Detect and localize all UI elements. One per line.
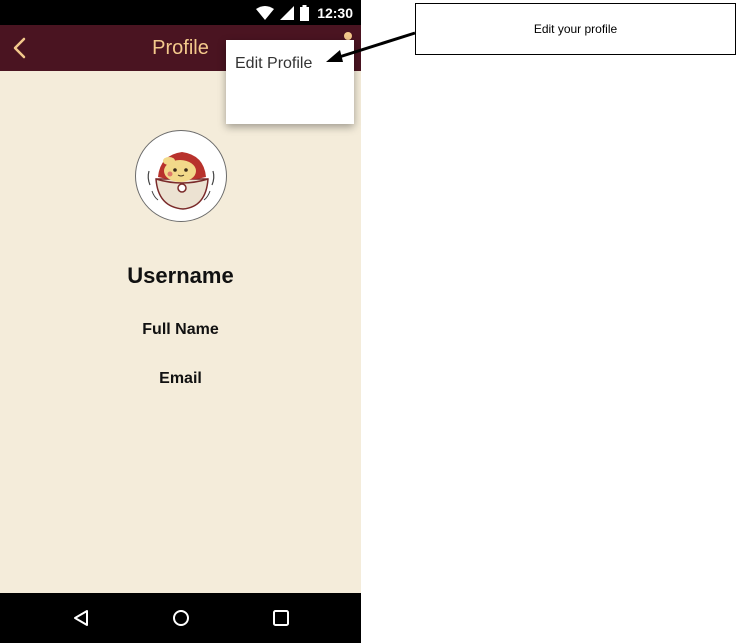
full-name-text: Full Name [142,321,219,338]
username-text: Username [127,263,234,288]
overflow-menu-icon[interactable] [344,32,352,40]
wifi-icon [256,6,275,20]
phone-screen: 12:30 Profile Edit Profile Username Full… [0,0,361,643]
pokeball-avatar-icon [147,152,215,210]
overflow-menu: Edit Profile [226,40,354,124]
menu-item-edit-profile[interactable]: Edit Profile [235,55,312,73]
nav-back-button[interactable] [69,606,93,630]
back-triangle-icon [74,610,88,626]
nav-recents-button[interactable] [269,606,293,630]
status-icons: 12:30 [256,4,353,22]
callout-text: Edit your profile [533,22,618,36]
home-circle-icon [173,610,189,626]
signal-icon [280,6,295,20]
annotation-callout: Edit your profile [415,3,736,55]
email-text: Email [159,370,202,387]
nav-home-button[interactable] [169,606,193,630]
status-bar: 12:30 [0,0,361,25]
recents-square-icon [273,610,289,626]
status-time: 12:30 [317,5,353,21]
system-nav-bar [0,593,361,643]
battery-icon [300,5,310,21]
avatar[interactable] [135,130,227,222]
